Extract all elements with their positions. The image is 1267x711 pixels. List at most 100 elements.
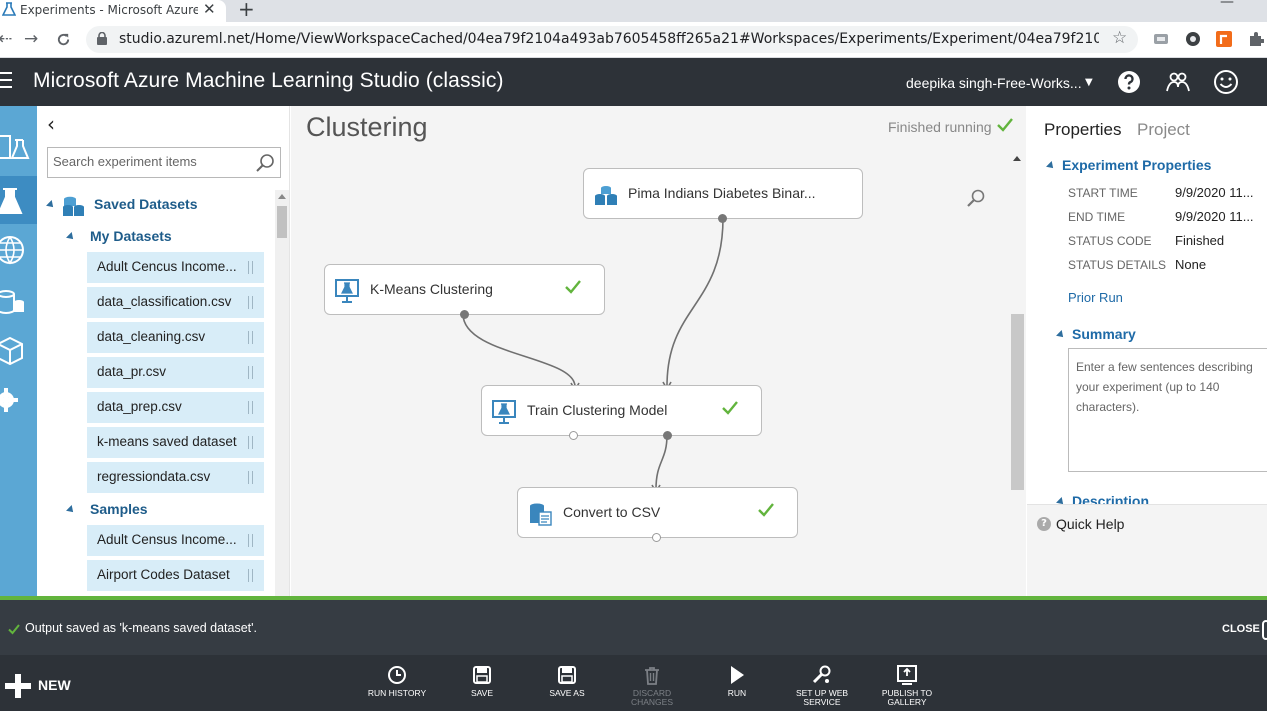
reload-icon[interactable] <box>56 32 71 47</box>
setup-web-service-button[interactable]: SET UP WEB SERVICE <box>787 655 857 711</box>
run-button[interactable]: RUN <box>702 655 772 711</box>
discard-changes-button[interactable]: DISCARD CHANGES <box>617 655 687 711</box>
drag-grip-icon[interactable] <box>248 331 253 344</box>
nav-settings[interactable] <box>0 376 37 424</box>
drag-grip-icon[interactable] <box>248 471 253 484</box>
drag-grip-icon[interactable] <box>248 436 253 449</box>
expand-triangle-icon[interactable] <box>1046 161 1056 171</box>
list-item[interactable]: Adult Cencus Income... <box>87 252 264 283</box>
puzzle-extensions-icon[interactable] <box>1248 31 1264 47</box>
output-port[interactable] <box>663 431 672 440</box>
tab-project[interactable]: Project <box>1137 120 1190 140</box>
drag-grip-icon[interactable] <box>248 534 253 547</box>
chevron-down-icon[interactable]: ▼ <box>1085 77 1093 88</box>
output-port[interactable] <box>460 310 469 319</box>
plus-icon[interactable] <box>5 674 31 698</box>
list-item[interactable]: Adult Census Income... <box>87 525 264 556</box>
output-port[interactable] <box>652 533 661 542</box>
drag-grip-icon[interactable] <box>248 569 253 582</box>
address-bar[interactable]: studio.azureml.net/Home/ViewWorkspaceCac… <box>86 26 1138 53</box>
run-history-button[interactable]: RUN HISTORY <box>362 655 432 711</box>
list-item[interactable]: data_pr.csv <box>87 357 264 388</box>
save-as-button[interactable]: SAVE AS <box>532 655 602 711</box>
module-palette: ‹ Saved Datasets My Datasets Adult Cencu… <box>37 106 290 596</box>
search-icon[interactable] <box>255 153 275 173</box>
new-button[interactable]: NEW <box>38 677 71 693</box>
publish-to-gallery-button[interactable]: PUBLISH TO GALLERY <box>872 655 942 711</box>
list-item[interactable]: regressiondata.csv <box>87 462 264 493</box>
drag-grip-icon[interactable] <box>248 296 253 309</box>
expand-triangle-icon[interactable] <box>1056 330 1066 340</box>
expand-triangle-icon[interactable] <box>66 232 76 242</box>
tab-properties[interactable]: Properties <box>1044 120 1121 140</box>
forward-arrow-icon[interactable]: → <box>24 29 38 49</box>
expand-triangle-icon[interactable] <box>46 200 56 210</box>
web-service-wrench-icon <box>812 665 831 684</box>
expand-triangle-icon[interactable] <box>66 505 76 515</box>
search-input[interactable] <box>53 154 248 169</box>
module-pima-dataset[interactable]: Pima Indians Diabetes Binar... <box>583 168 863 223</box>
saved-datasets-icon <box>63 196 84 216</box>
nav-projects[interactable] <box>0 124 37 172</box>
save-button[interactable]: SAVE <box>447 655 517 711</box>
output-port[interactable] <box>569 431 578 440</box>
help-icon[interactable] <box>1116 69 1142 95</box>
experiment-properties-heading[interactable]: Experiment Properties <box>1062 157 1211 173</box>
list-item[interactable]: k-means saved dataset <box>87 427 264 458</box>
projects-icon <box>0 135 30 159</box>
list-item[interactable]: Airport Codes Dataset <box>87 560 264 591</box>
summary-textarea[interactable] <box>1076 357 1267 463</box>
notification-close-button[interactable]: CLOSE <box>1222 623 1260 635</box>
model-monitor-icon <box>335 279 359 303</box>
list-item[interactable]: data_classification.csv <box>87 287 264 318</box>
drag-grip-icon[interactable] <box>248 401 253 414</box>
scroll-up-icon[interactable] <box>278 194 286 199</box>
browser-tab[interactable]: Experiments - Microsoft Azure Machine Le… <box>0 0 226 22</box>
output-port[interactable] <box>718 214 727 223</box>
drag-grip-icon[interactable] <box>248 366 253 379</box>
module-label: K-Means Clustering <box>370 281 493 297</box>
end-time-value: 9/9/2020 11... <box>1175 209 1254 224</box>
url-text: studio.azureml.net/Home/ViewWorkspaceCac… <box>119 31 1099 47</box>
nav-web-services[interactable] <box>0 226 37 274</box>
browser-toolbar: ⇠ → studio.azureml.net/Home/ViewWorkspac… <box>0 22 1267 58</box>
end-time-label: END TIME <box>1068 210 1126 224</box>
community-icon[interactable] <box>1165 69 1191 95</box>
prior-run-link[interactable]: Prior Run <box>1068 290 1123 305</box>
samples-heading[interactable]: Samples <box>90 501 148 517</box>
nav-trained-models[interactable] <box>0 326 37 374</box>
workspace-user-menu[interactable]: deepika singh-Free-Works... <box>906 75 1082 91</box>
drag-grip-icon[interactable] <box>248 261 253 274</box>
list-item[interactable]: data_prep.csv <box>87 392 264 423</box>
check-icon <box>565 280 581 294</box>
new-tab-icon[interactable]: + <box>238 0 255 21</box>
module-kmeans-clustering[interactable]: K-Means Clustering <box>324 264 605 319</box>
nav-datasets[interactable] <box>0 276 37 324</box>
back-arrow-icon[interactable]: ⇠ <box>0 29 12 49</box>
save-as-disk-icon <box>558 666 576 684</box>
collapse-palette-icon[interactable]: ‹ <box>47 112 55 136</box>
feedback-smiley-icon[interactable] <box>1213 69 1239 95</box>
orange-extension-icon[interactable] <box>1216 31 1232 47</box>
hamburger-menu-icon[interactable] <box>0 72 12 90</box>
my-datasets-heading[interactable]: My Datasets <box>90 228 172 244</box>
scrollbar-thumb[interactable] <box>277 206 287 238</box>
summary-heading[interactable]: Summary <box>1072 326 1136 342</box>
app-header: Microsoft Azure Machine Learning Studio … <box>0 58 1267 106</box>
bookmark-star-icon[interactable]: ☆ <box>1112 28 1127 48</box>
minimize-window-icon[interactable]: — <box>1220 0 1234 10</box>
experiment-canvas[interactable]: Clustering Finished running Pima Indians… <box>291 106 1026 596</box>
datasets-icon <box>0 290 24 314</box>
module-train-clustering[interactable]: Train Clustering Model <box>481 385 762 440</box>
circle-extension-icon[interactable] <box>1185 31 1201 47</box>
quick-help-bar[interactable]: ? Quick Help <box>1027 504 1267 596</box>
publish-gallery-icon <box>897 665 917 685</box>
cast-extension-icon[interactable] <box>1153 31 1169 47</box>
list-item[interactable]: data_cleaning.csv <box>87 322 264 353</box>
tab-close-icon[interactable]: ✕ <box>203 0 216 18</box>
saved-datasets-heading[interactable]: Saved Datasets <box>94 196 198 212</box>
status-details-value: None <box>1175 257 1207 272</box>
nav-experiments[interactable] <box>0 176 37 224</box>
palette-scrollbar[interactable] <box>275 190 289 596</box>
module-convert-to-csv[interactable]: Convert to CSV <box>517 487 798 542</box>
